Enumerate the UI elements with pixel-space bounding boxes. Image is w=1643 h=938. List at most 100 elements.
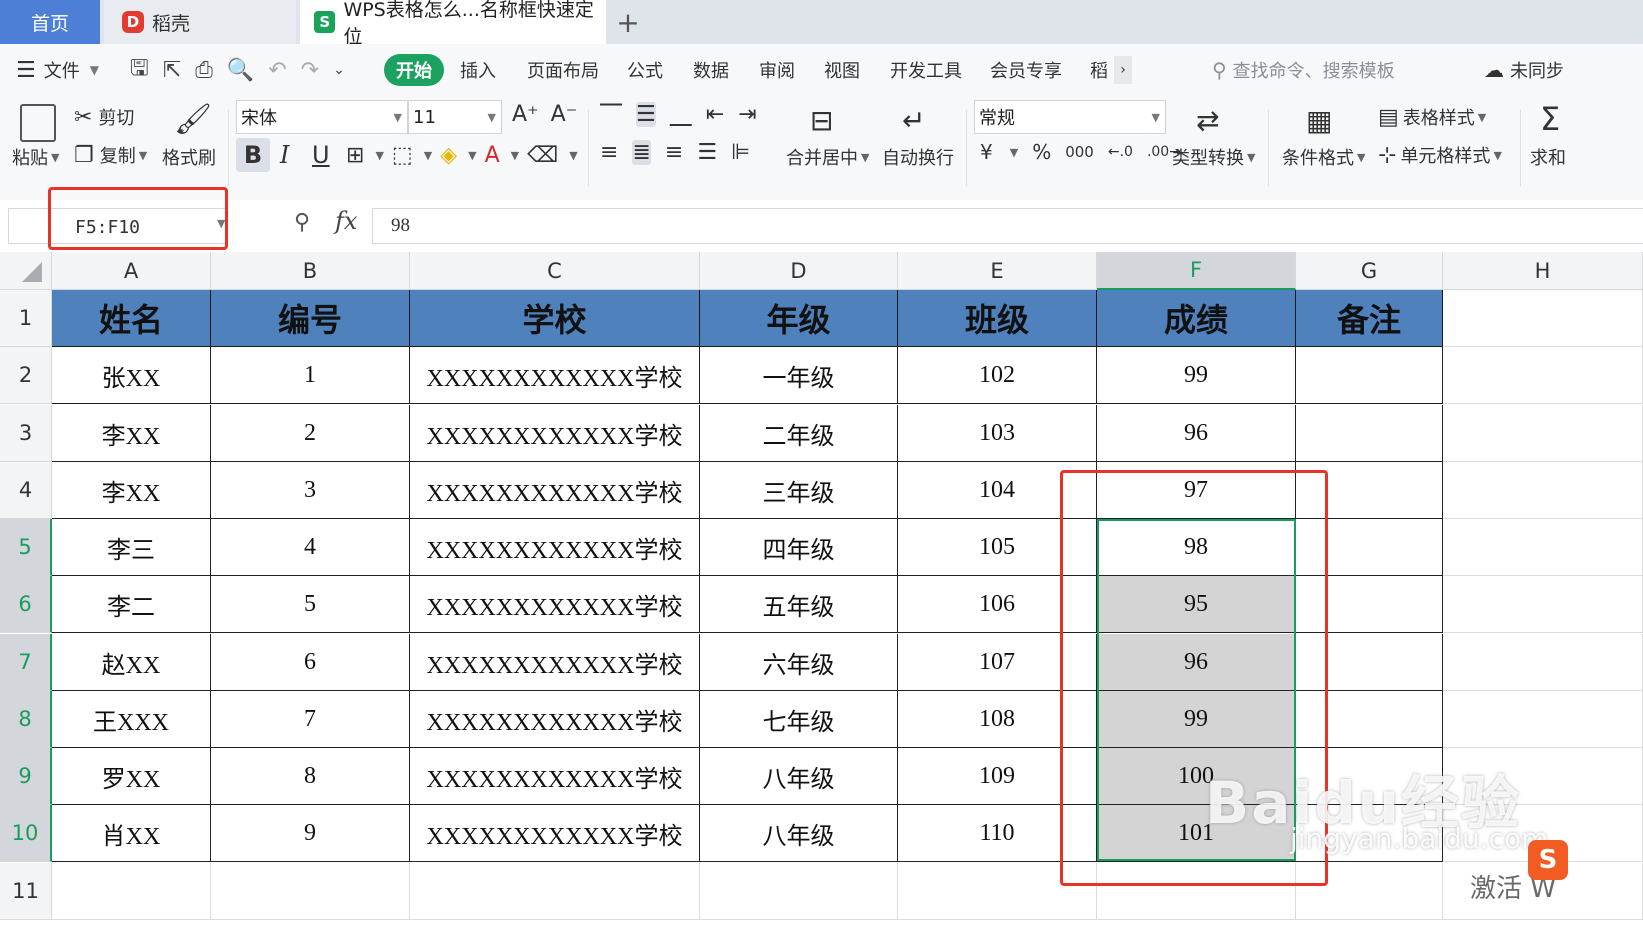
cell-c2[interactable]: XXXXXXXXXXXX学校 [410,347,700,404]
cell-b9[interactable]: 8 [211,748,410,805]
cell-e7[interactable]: 107 [898,634,1097,691]
cell-g3[interactable] [1296,405,1443,462]
header-cell-b[interactable]: 编号 [211,290,410,347]
row-header-5[interactable]: 5 [0,519,52,576]
undo-icon[interactable]: ↶ [268,58,286,83]
cell-c10[interactable]: XXXXXXXXXXXX学校 [410,805,700,862]
column-header-d[interactable]: D [700,252,898,290]
copy-button[interactable]: ❐ 复制 ▼ [74,142,147,168]
cell-g11[interactable] [1296,863,1443,920]
sum-button[interactable]: 求和 [1530,144,1566,170]
cell-a6[interactable]: 李二 [52,576,211,633]
tab-daoke-overflow[interactable]: 稻 [1090,44,1108,96]
cell-e4[interactable]: 104 [898,462,1097,519]
cell-h3[interactable] [1443,405,1643,462]
cell-f6[interactable]: 95 [1097,576,1296,633]
cell-c5[interactable]: XXXXXXXXXXXX学校 [410,519,700,576]
merge-center-button[interactable]: 合并居中 ▼ [786,144,869,170]
new-tab-button[interactable]: + [608,0,648,44]
cell-h6[interactable] [1443,576,1643,633]
cell-d4[interactable]: 三年级 [700,462,898,519]
cell-d3[interactable]: 二年级 [700,405,898,462]
italic-button[interactable]: I [280,138,289,172]
tab-formula[interactable]: 公式 [627,44,663,96]
wrap-icon[interactable]: ↵ [902,104,925,137]
cell-d8[interactable]: 七年级 [700,691,898,748]
indent-increase-icon[interactable]: ⇥ [738,102,756,127]
column-header-e[interactable]: E [898,252,1097,290]
paste-icon[interactable] [20,104,56,142]
print-preview-icon[interactable]: 🔍 [227,58,254,83]
cell-f7[interactable]: 96 [1097,634,1296,691]
number-format-select[interactable]: 常规 ▼ [974,100,1166,134]
table-style-button[interactable]: ▤ 表格样式 ▼ [1378,104,1486,130]
row-header-2[interactable]: 2 [0,347,52,404]
cell-g6[interactable] [1296,576,1443,633]
cell-b2[interactable]: 1 [211,347,410,404]
cell-b6[interactable]: 5 [211,576,410,633]
cell-f8[interactable]: 99 [1097,691,1296,748]
cell-f10[interactable]: 101 [1097,805,1296,862]
tab-developer[interactable]: 开发工具 [890,44,962,96]
cell-e2[interactable]: 102 [898,347,1097,404]
align-middle-icon[interactable]: ☰ [636,102,656,127]
cell-c8[interactable]: XXXXXXXXXXXX学校 [410,691,700,748]
column-header-b[interactable]: B [211,252,410,290]
format-painter-icon[interactable]: 🖌 [174,102,212,137]
cell-g2[interactable] [1296,347,1443,404]
customize-caret-icon[interactable]: ⌄ [333,62,345,78]
row-header-9[interactable]: 9 [0,748,52,805]
cell-d9[interactable]: 八年级 [700,748,898,805]
tab-page-layout[interactable]: 页面布局 [527,44,599,96]
tab-data[interactable]: 数据 [693,44,729,96]
cell-d11[interactable] [700,863,898,920]
cell-e11[interactable] [898,863,1097,920]
merge-icon[interactable]: ⊟ [810,104,833,137]
row-header-11[interactable]: 11 [0,863,52,920]
cell-g4[interactable] [1296,462,1443,519]
cond-format-button[interactable]: 条件格式 ▼ [1282,144,1365,170]
cell-a7[interactable]: 赵XX [52,634,211,691]
cell-f2[interactable]: 99 [1097,347,1296,404]
row-header-10[interactable]: 10 [0,805,52,862]
align-top-icon[interactable]: ⎺ [600,102,622,127]
format-painter-button[interactable]: 格式刷 [162,144,216,170]
command-search[interactable]: ⚲ 查找命令、搜索模板 [1212,44,1395,96]
column-header-c[interactable]: C [410,252,700,290]
row-header-7[interactable]: 7 [0,634,52,691]
cell-g7[interactable] [1296,634,1443,691]
tab-view[interactable]: 视图 [824,44,860,96]
cell-b10[interactable]: 9 [211,805,410,862]
cell-g8[interactable] [1296,691,1443,748]
ime-icon[interactable]: S [1528,840,1568,880]
header-cell-a[interactable]: 姓名 [52,290,211,347]
cell-style-button[interactable]: ⊹ 单元格样式 ▼ [1378,142,1502,168]
tab-start[interactable]: 开始 [384,54,444,86]
cell-b7[interactable]: 6 [211,634,410,691]
cell-a9[interactable]: 罗XX [52,748,211,805]
header-cell-f[interactable]: 成绩 [1097,290,1296,347]
percent-icon[interactable]: % [1032,140,1051,164]
cell-c4[interactable]: XXXXXXXXXXXX学校 [410,462,700,519]
paste-button[interactable]: 粘贴 ▼ [12,144,59,170]
cell-h4[interactable] [1443,462,1643,519]
cell-c9[interactable]: XXXXXXXXXXXX学校 [410,748,700,805]
cell-f5[interactable]: 98 [1097,519,1296,576]
cell-a5[interactable]: 李三 [52,519,211,576]
column-header-f[interactable]: F [1097,252,1296,290]
align-center-icon[interactable]: ≣ [632,140,651,165]
font-color-icon[interactable]: A [485,143,500,168]
cell-h8[interactable] [1443,691,1643,748]
row-header-1[interactable]: 1 [0,290,52,347]
cell-h1[interactable] [1443,290,1643,347]
align-left-icon[interactable]: ≡ [600,140,618,165]
save-icon[interactable]: 🖫 [130,51,149,89]
header-cell-c[interactable]: 学校 [410,290,700,347]
cell-e3[interactable]: 103 [898,405,1097,462]
align-bottom-icon[interactable]: ⎽ [670,102,692,127]
sync-status[interactable]: ☁ 未同步 [1484,44,1564,96]
currency-icon[interactable]: ¥ [980,140,993,164]
cell-d2[interactable]: 一年级 [700,347,898,404]
cond-format-icon[interactable]: ▦ [1306,104,1332,137]
tab-home[interactable]: 首页 [0,0,100,44]
